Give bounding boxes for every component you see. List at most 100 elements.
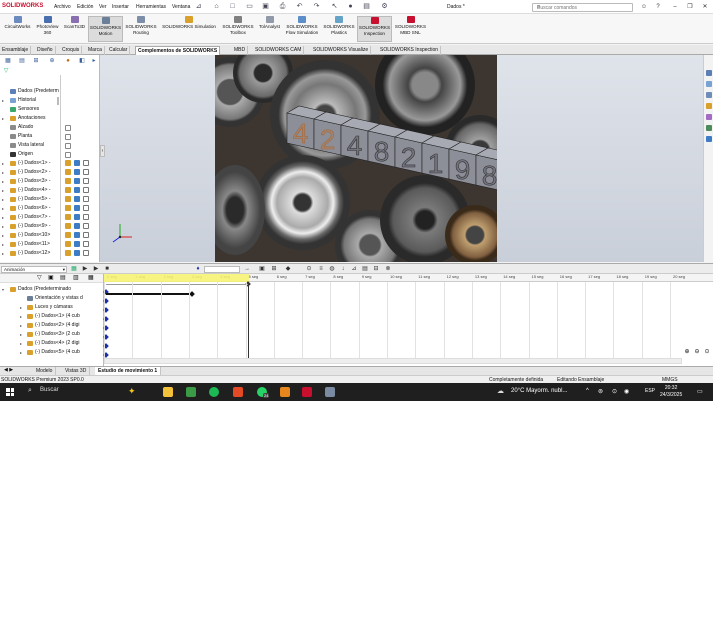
filter-icon[interactable]: ⊗ bbox=[384, 265, 392, 273]
clock[interactable]: 20:32 24/3/2025 bbox=[660, 385, 682, 399]
property-manager-icon[interactable]: ▤ bbox=[18, 57, 26, 65]
expand-arrow-icon[interactable]: ▸ bbox=[2, 213, 4, 222]
collapse-icon[interactable]: ⊟ bbox=[372, 265, 380, 273]
appearance-icon[interactable] bbox=[83, 187, 89, 193]
tree-item[interactable]: ▸ (-) Dados<3> - bbox=[0, 177, 99, 186]
tab-croquis[interactable]: Croquis bbox=[60, 46, 83, 55]
appearance-icon[interactable] bbox=[83, 241, 89, 247]
tab-marca[interactable]: Marca bbox=[86, 46, 105, 55]
motor-icon[interactable]: ⊙ bbox=[305, 265, 313, 273]
custom-properties-icon[interactable] bbox=[706, 125, 712, 131]
tab-solidworks-inspection[interactable]: SOLIDWORKS Inspection bbox=[378, 46, 442, 55]
select-icon[interactable]: ↖ bbox=[330, 2, 339, 11]
weather-text[interactable]: 20°C Mayorm. nubl... bbox=[511, 388, 567, 394]
ribbon-tolanalyst[interactable]: TolAnalyst bbox=[256, 16, 283, 42]
expand-arrow-icon[interactable]: ▾ bbox=[2, 285, 4, 294]
tray-icon[interactable]: ⊙ bbox=[612, 388, 617, 395]
results-icon[interactable]: ⊿ bbox=[350, 265, 358, 273]
expand-arrow-icon[interactable]: ▸ bbox=[2, 240, 4, 249]
tray-chevron-icon[interactable]: ^ bbox=[586, 388, 589, 394]
ribbon-routing[interactable]: SOLIDWORKS Routing bbox=[124, 16, 158, 42]
file-explorer-icon[interactable] bbox=[163, 387, 173, 397]
tree-item[interactable]: ▸ (-) Dados<11> bbox=[0, 240, 99, 249]
restore-icon[interactable]: ❐ bbox=[685, 2, 695, 12]
tab-calcular[interactable]: Calcular bbox=[107, 46, 131, 55]
undo-icon[interactable]: ↶ bbox=[295, 2, 304, 11]
panel-arrow-icon[interactable]: ▸ bbox=[90, 57, 98, 65]
timeline-row[interactable]: Orientación y vistas d bbox=[0, 294, 103, 303]
expand-arrow-icon[interactable]: ▸ bbox=[2, 231, 4, 240]
time-marker-icon[interactable]: ♦ bbox=[194, 265, 202, 273]
appearance-icon[interactable] bbox=[83, 250, 89, 256]
plane-visibility-icon[interactable] bbox=[65, 125, 71, 131]
design-library-icon[interactable] bbox=[706, 81, 712, 87]
filter-icon[interactable]: ▽ bbox=[2, 67, 10, 75]
tree-item[interactable]: Sensores bbox=[0, 105, 99, 114]
notifications-icon[interactable]: ▭ bbox=[697, 388, 703, 395]
contact-icon[interactable]: ◍ bbox=[328, 265, 336, 273]
autokey-icon[interactable]: ⊞ bbox=[270, 265, 278, 273]
tree-item[interactable]: ▸ (-) Dados<5> - bbox=[0, 195, 99, 204]
display-state-icon[interactable] bbox=[74, 178, 80, 184]
filter-animated-icon[interactable]: ▽ bbox=[37, 274, 42, 281]
expand-arrow-icon[interactable]: ▸ bbox=[2, 222, 4, 231]
search-icon[interactable]: ⌕ bbox=[537, 4, 628, 11]
ribbon-circuitworks[interactable]: CircuitWorks bbox=[2, 16, 33, 42]
component-config-icon[interactable] bbox=[65, 214, 71, 220]
ribbon-photoview[interactable]: PhotoView 360 bbox=[34, 16, 61, 42]
display-state-icon[interactable] bbox=[74, 169, 80, 175]
filter-icon[interactable]: ▦ bbox=[88, 274, 94, 281]
solidworks-taskbar-icon[interactable] bbox=[302, 387, 312, 397]
ribbon-motion[interactable]: SOLIDWORKS Motion bbox=[88, 16, 123, 42]
save-icon[interactable]: ▣ bbox=[261, 2, 270, 11]
play-icon[interactable]: ▶ bbox=[92, 265, 100, 273]
tree-item[interactable]: ▸ (-) Dados<9> - bbox=[0, 222, 99, 231]
stop-icon[interactable]: ■ bbox=[103, 265, 111, 273]
expand-arrow-icon[interactable]: ▸ bbox=[2, 168, 4, 177]
plane-visibility-icon[interactable] bbox=[65, 152, 71, 158]
timeline-row[interactable]: ▸ (-) Dados<5> (4 cub bbox=[0, 348, 103, 357]
tray-icon[interactable]: ⊚ bbox=[598, 388, 603, 395]
appearance-icon[interactable] bbox=[83, 232, 89, 238]
component-config-icon[interactable] bbox=[65, 241, 71, 247]
display-state-icon[interactable] bbox=[74, 205, 80, 211]
appearance-icon[interactable] bbox=[83, 169, 89, 175]
dice-assembly[interactable]: 42482198 bbox=[215, 55, 497, 262]
display-state-icon[interactable] bbox=[74, 160, 80, 166]
animation-wizard-icon[interactable]: ▣ bbox=[258, 265, 266, 273]
menu-edicion[interactable]: Edición bbox=[77, 4, 93, 10]
app-icon[interactable] bbox=[325, 387, 335, 397]
new-file-icon[interactable]: □ bbox=[228, 2, 237, 11]
menu-ver[interactable]: Ver bbox=[99, 4, 107, 10]
windows-start-icon[interactable] bbox=[6, 388, 14, 396]
search-input[interactable]: Buscar comandos ⌕ bbox=[532, 3, 633, 12]
solidworks-forum-icon[interactable] bbox=[706, 136, 712, 142]
tree-item[interactable]: Vista lateral bbox=[0, 141, 99, 150]
tree-item[interactable]: ▸ (-) Dados<12> bbox=[0, 249, 99, 258]
expand-arrow-icon[interactable]: ▸ bbox=[2, 195, 4, 204]
plane-visibility-icon[interactable] bbox=[65, 134, 71, 140]
user-icon[interactable]: ☺ bbox=[639, 2, 649, 12]
app-icon[interactable] bbox=[280, 387, 290, 397]
timeline-row[interactable]: ▸ (-) Dados<3> (2 cub bbox=[0, 330, 103, 339]
gravity-icon[interactable]: ↓ bbox=[339, 265, 347, 273]
menu-herramientas[interactable]: Herramientas bbox=[136, 4, 166, 10]
appearance-icon[interactable]: ● bbox=[64, 57, 72, 65]
brave-icon[interactable] bbox=[233, 387, 243, 397]
tab-diseno[interactable]: Diseño bbox=[35, 46, 56, 55]
configuration-icon[interactable]: ⊞ bbox=[32, 57, 40, 65]
filter-results-icon[interactable]: ▥ bbox=[73, 274, 79, 281]
plane-visibility-icon[interactable] bbox=[65, 143, 71, 149]
component-config-icon[interactable] bbox=[65, 250, 71, 256]
expand-arrow-icon[interactable]: ▸ bbox=[20, 303, 22, 312]
appearance-icon[interactable] bbox=[83, 160, 89, 166]
expand-arrow-icon[interactable]: ▸ bbox=[2, 177, 4, 186]
timeline-row[interactable]: ▸ (-) Dados<4> (2 digi bbox=[0, 339, 103, 348]
keyframe-grid[interactable] bbox=[103, 281, 713, 358]
keyframe[interactable] bbox=[189, 291, 195, 297]
appearance-icon[interactable] bbox=[83, 178, 89, 184]
ribbon-inspection[interactable]: SOLIDWORKS Inspection bbox=[357, 16, 392, 42]
tree-item[interactable]: ▸ Historial bbox=[0, 96, 99, 105]
file-properties-icon[interactable]: ▤ bbox=[362, 2, 371, 11]
tab-nav-arrows-icon[interactable]: ◀ ▶ bbox=[4, 367, 13, 373]
